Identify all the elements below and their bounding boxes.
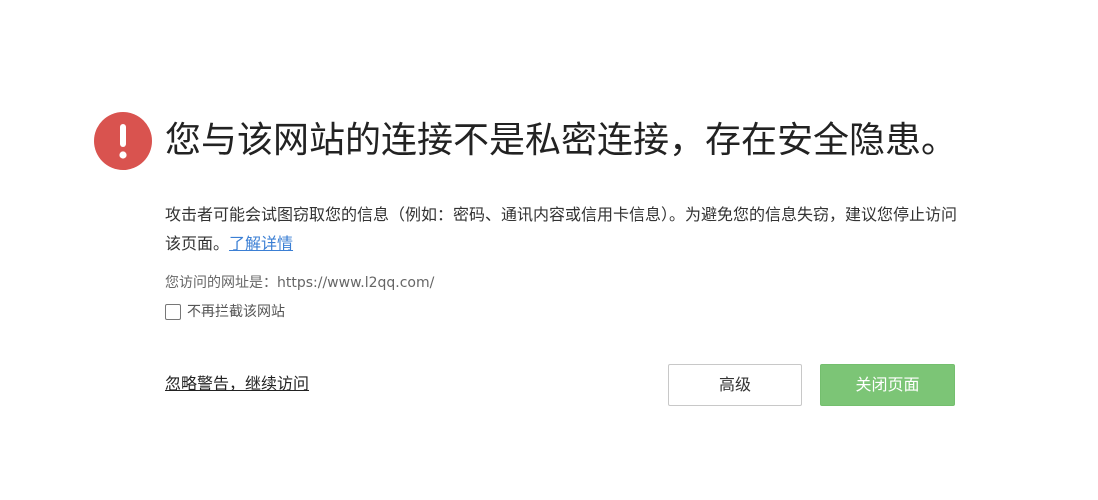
dont-block-label: 不再拦截该网站 xyxy=(187,304,285,320)
ignore-warning-link[interactable]: 忽略警告，继续访问 xyxy=(165,372,309,396)
learn-more-link[interactable]: 了解详情 xyxy=(229,234,293,253)
dont-block-checkbox[interactable] xyxy=(165,304,181,320)
exclamation-circle-icon xyxy=(94,112,152,170)
warning-description: 攻击者可能会试图窃取您的信息（例如：密码、通讯内容或信用卡信息）。为避免您的信息… xyxy=(165,200,965,258)
advanced-button[interactable]: 高级 xyxy=(668,364,802,406)
close-page-button[interactable]: 关闭页面 xyxy=(820,364,955,406)
dont-block-checkbox-row[interactable]: 不再拦截该网站 xyxy=(165,301,285,323)
visited-url: 您访问的网址是：https://www.l2qq.com/ xyxy=(165,275,435,291)
security-warning-page: 您与该网站的连接不是私密连接，存在安全隐患。 攻击者可能会试图窃取您的信息（例如… xyxy=(0,0,1098,500)
warning-title: 您与该网站的连接不是私密连接，存在安全隐患。 xyxy=(165,120,958,161)
